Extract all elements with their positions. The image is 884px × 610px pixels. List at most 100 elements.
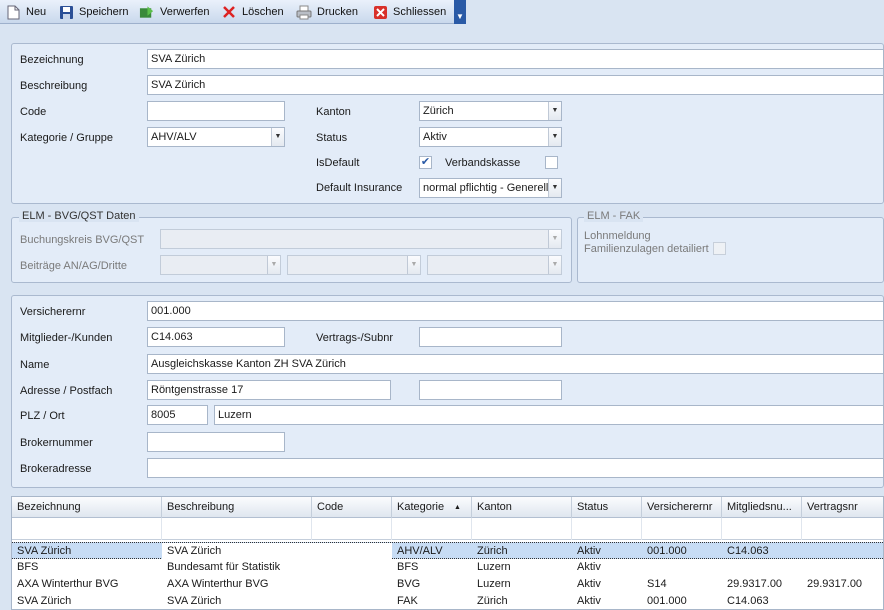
mitglieder-label: Mitglieder-/Kunden [20,332,113,344]
default-insurance-select[interactable]: normal pflichtig - Generell a ▼ [419,178,562,198]
bezeichnung-input[interactable]: SVA Zürich [147,49,884,69]
column-header-versicherernr[interactable]: Versicherernr [642,497,722,518]
verbandskasse-checkbox[interactable] [545,156,558,169]
chevron-down-icon[interactable]: ▼ [548,128,561,146]
grid-cell [802,543,883,560]
column-header-code[interactable]: Code [312,497,392,518]
versicherernr-input[interactable]: 001.000 [147,301,884,321]
plz-input[interactable]: 8005 [147,405,208,425]
beitraege-ag-select[interactable]: ▼ [287,255,421,275]
verbandskasse-label: Verbandskasse [445,157,521,169]
close-button[interactable]: Schliessen [372,3,446,21]
new-document-icon [5,4,21,20]
status-select[interactable]: Aktiv ▼ [419,127,562,147]
kategorie-select-value: AHV/ALV [151,131,197,143]
save-button[interactable]: Speichern [58,3,129,21]
grid-cell [802,593,883,609]
save-icon [58,4,74,20]
mitglieder-input[interactable]: C14.063 [147,327,285,347]
filter-cell[interactable] [162,518,312,540]
postfach-input[interactable] [419,380,562,400]
grid-cell: SVA Zürich [17,595,72,607]
familienzulagen-label: Familienzulagen detailiert [584,243,709,255]
column-header-bezeichnung[interactable]: Bezeichnung [12,497,162,518]
grid-cell: SVA Zürich [17,545,72,557]
beitraege-dritte-select[interactable]: ▼ [427,255,562,275]
name-label: Name [20,359,50,371]
name-input[interactable]: Ausgleichskasse Kanton ZH SVA Zürich [147,354,884,374]
print-button[interactable]: Drucken [296,3,358,21]
beitraege-an-select[interactable]: ▼ [160,255,281,275]
default-insurance-select-value: normal pflichtig - Generell a [423,182,558,194]
kanton-label: Kanton [316,106,351,118]
table-row[interactable]: AXA Winterthur BVG AXA Winterthur BVG BV… [12,576,883,593]
grid-cell: AXA Winterthur BVG [167,578,269,590]
column-header-kategorie[interactable]: Kategorie ▲ [392,497,472,518]
column-header-beschreibung[interactable]: Beschreibung [162,497,312,518]
grid-cell: 001.000 [647,595,687,607]
discard-button[interactable]: Verwerfen [139,3,210,21]
delete-button-label: Löschen [242,6,284,18]
grid-cell: 29.9317.00 [727,578,783,590]
ort-input[interactable]: Luzern [214,405,884,425]
filter-cell[interactable] [472,518,572,540]
vertrags-input[interactable] [419,327,562,347]
filter-cell[interactable] [572,518,642,540]
chevron-down-icon[interactable]: ▼ [271,128,284,146]
close-button-label: Schliessen [393,6,447,18]
discard-button-label: Verwerfen [160,6,210,18]
grid-cell: BFS [397,561,419,573]
chevron-down-icon: ▼ [267,256,280,274]
chevron-down-icon: ▼ [548,256,561,274]
table-row[interactable]: BFS Bundesamt für Statistik BFS Luzern A… [12,559,883,576]
grid-cell: Aktiv [577,545,601,557]
grid-cell [312,593,392,609]
filter-cell[interactable] [642,518,722,540]
column-header-kanton[interactable]: Kanton [472,497,572,518]
filter-cell[interactable] [722,518,802,540]
plz-ort-label: PLZ / Ort [20,410,65,422]
grid-filter-row[interactable] [12,518,883,540]
brokeradresse-input[interactable] [147,458,884,478]
chevron-down-icon: ▼ [407,256,420,274]
vertrags-label: Vertrags-/Subnr [316,332,394,344]
grid-cell: Aktiv [577,595,601,607]
column-header-vertragsnr[interactable]: Vertragsnr [802,497,883,518]
column-header-kategorie-label: Kategorie [397,501,445,513]
column-header-mitgliedsnummer[interactable]: Mitgliedsnu... [722,497,802,518]
insurers-grid[interactable]: Bezeichnung Beschreibung Code Kategorie … [11,496,884,610]
filter-cell[interactable] [392,518,472,540]
new-button[interactable]: Neu [5,3,46,21]
column-header-status[interactable]: Status [572,497,642,518]
grid-header: Bezeichnung Beschreibung Code Kategorie … [12,497,883,518]
discard-icon [139,4,155,20]
filter-cell[interactable] [312,518,392,540]
delete-button[interactable]: Löschen [221,3,284,21]
default-insurance-label: Default Insurance [316,182,403,194]
printer-icon [296,4,312,20]
table-row[interactable]: SVA Zürich SVA Zürich AHV/ALV Zürich Akt… [12,542,883,560]
grid-cell [312,543,392,560]
close-icon [372,4,388,20]
kanton-select[interactable]: Zürich ▼ [419,101,562,121]
grid-cell: Zürich [477,545,508,557]
versicherernr-label: Versicherernr [20,306,86,318]
filter-cell[interactable] [802,518,883,540]
kategorie-select[interactable]: AHV/ALV ▼ [147,127,285,147]
brokernummer-input[interactable] [147,432,285,452]
chevron-down-icon[interactable]: ▼ [548,179,561,197]
elm-bvg-title: ELM - BVG/QST Daten [19,210,139,222]
filter-cell[interactable] [12,518,162,540]
toolbar-overflow-button[interactable]: ▼ [454,0,466,24]
sort-ascending-icon: ▲ [454,504,461,511]
table-row[interactable]: SVA Zürich SVA Zürich FAK Zürich Aktiv 0… [12,593,883,609]
buchungskreis-select[interactable]: ▼ [160,229,562,249]
code-input[interactable] [147,101,285,121]
isdefault-checkbox[interactable]: ✔ [419,156,432,169]
beschreibung-input[interactable]: SVA Zürich [147,75,884,95]
code-label: Code [20,106,47,118]
chevron-down-icon[interactable]: ▼ [548,102,561,120]
familienzulagen-checkbox[interactable] [713,242,726,255]
adresse-input[interactable]: Röntgenstrasse 17 [147,380,391,400]
grid-cell: C14.063 [727,595,769,607]
